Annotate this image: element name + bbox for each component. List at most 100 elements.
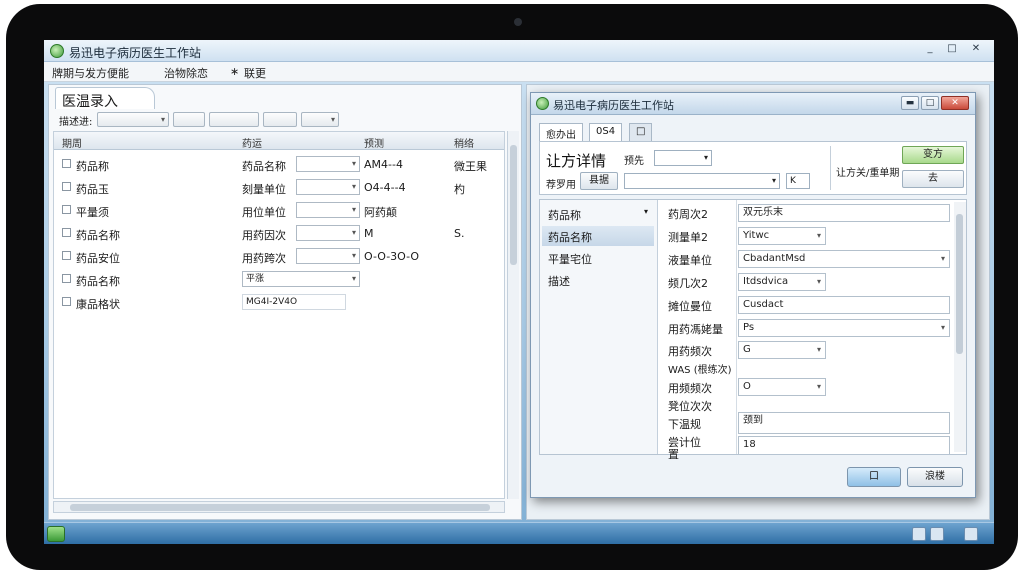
chevron-down-icon: ▾ [703, 153, 708, 162]
row2-label: 荐罗用 [546, 180, 576, 191]
row-checkbox[interactable] [62, 159, 71, 168]
list-header: 期周 药运 预测 稍络 [54, 132, 504, 150]
tray-icon-2[interactable] [930, 527, 944, 541]
row2-input[interactable]: ▾ [624, 173, 780, 189]
filter-field-3[interactable] [209, 112, 259, 127]
filter-dropdown[interactable]: ▾ [97, 112, 169, 127]
chevron-down-icon: ▾ [643, 207, 648, 216]
table-row[interactable]: 药品称 药品名称 ▾ AM4--4 微王果 [54, 154, 504, 177]
field-input[interactable]: 颈到 [738, 412, 950, 434]
row-col4: 微王果 [454, 160, 487, 173]
sidebar-item-1[interactable]: 药品称 ▾ [542, 204, 654, 224]
sidebar-item-4[interactable]: 描述 [542, 270, 654, 290]
filter-field-5[interactable]: ▾ [301, 112, 339, 127]
field-label: 用频频次 [668, 382, 712, 395]
field-value: Yitwc [743, 230, 770, 241]
field-input[interactable]: 双元乐末 [738, 204, 950, 222]
menu-item-2[interactable]: 治物除恋 [164, 65, 208, 81]
row-checkbox[interactable] [62, 297, 71, 306]
dialog-close-button[interactable]: ✕ [941, 96, 969, 110]
prescription-dialog: 易迅电子病历医生工作站 ▬ □ ✕ 愈办出 0S4 □ 让方详情 预先 ▾ 荐罗… [530, 92, 976, 498]
app-logo-icon [50, 44, 64, 58]
row-col4: S. [454, 227, 465, 240]
device-bezel: 易迅电子病历医生工作站 _ □ ✕ 牌期与发方便能 治物除恋 ∗ 联更 医温录入… [6, 4, 1018, 570]
left-panel: 医温录入 描述进: ▾ ▾ 期周 药运 预测 稍络 药品称 药品名称 ▾ AM4… [48, 84, 522, 520]
row-combo[interactable]: 平涨 ▾ [242, 271, 360, 287]
tab-record-entry[interactable]: 医温录入 [55, 87, 155, 110]
row-checkbox[interactable] [62, 182, 71, 191]
sidebar-item-2[interactable]: 药品名称 [542, 226, 654, 246]
row-combo[interactable]: ▾ [296, 225, 360, 241]
filter-field-2[interactable] [173, 112, 205, 127]
field-label: 频几次2 [668, 277, 708, 290]
left-horizontal-scrollbar[interactable] [53, 501, 505, 513]
cancel-button[interactable]: 浪楼 [907, 467, 963, 487]
field-dropdown[interactable]: Ps ▾ [738, 319, 950, 337]
small-action-button[interactable]: 去 [902, 170, 964, 188]
row-combo[interactable]: ▾ [296, 156, 360, 172]
table-row[interactable]: 平量须 用位单位 ▾ 阿药颠 [54, 200, 504, 223]
row-col3: M [364, 227, 374, 240]
field-dropdown[interactable]: Itdsdvica ▾ [738, 273, 826, 291]
scroll-thumb[interactable] [510, 145, 517, 265]
tab-2[interactable]: 0S4 [589, 123, 623, 141]
row-combo[interactable]: ▾ [296, 179, 360, 195]
field-dropdown[interactable]: O ▾ [738, 378, 826, 396]
dialog-title: 易迅电子病历医生工作站 [553, 99, 674, 112]
filter-label: 描述进: [59, 117, 93, 128]
menu-item-4[interactable]: 联更 [244, 65, 266, 81]
table-row[interactable]: 药品名称 用药因次 ▾ M S. [54, 223, 504, 246]
field-dropdown[interactable]: G ▾ [738, 341, 826, 359]
field-input[interactable]: Cusdact [738, 296, 950, 314]
sidebar-item-3[interactable]: 平量宅位 [542, 248, 654, 268]
field-dropdown[interactable]: Yitwc ▾ [738, 227, 826, 245]
row-col1: 药品安位 [76, 252, 120, 265]
row-input[interactable]: MG4I-2V4O [242, 294, 346, 310]
header-col3[interactable]: 预测 [364, 135, 384, 150]
row-checkbox[interactable] [62, 274, 71, 283]
header-col2[interactable]: 药运 [242, 135, 262, 150]
header-col4[interactable]: 稍络 [454, 135, 474, 150]
field-label: 液量单位 [668, 254, 712, 267]
filter-field-4[interactable] [263, 112, 297, 127]
start-button[interactable] [47, 526, 65, 542]
field-label: 药周次2 [668, 208, 708, 221]
close-button[interactable]: ✕ [966, 43, 986, 57]
maximize-button[interactable]: □ [942, 43, 962, 57]
table-row[interactable]: 药品名称 平涨 ▾ [54, 269, 504, 292]
row-checkbox[interactable] [62, 205, 71, 214]
field-dropdown[interactable]: CbadantMsd ▾ [738, 250, 950, 268]
header-divider [830, 146, 831, 190]
ok-button[interactable]: 口 [847, 467, 901, 487]
field-input[interactable]: 18 [738, 436, 950, 454]
row2-button[interactable]: 县据 [580, 172, 618, 190]
header-dropdown[interactable]: ▾ [654, 150, 712, 166]
minimize-button[interactable]: _ [920, 43, 940, 57]
menu-item-1[interactable]: 牌期与发方便能 [52, 65, 129, 81]
menu-item-3[interactable]: ∗ [230, 65, 239, 78]
table-row[interactable]: 药品玉 刻量单位 ▾ O4-4--4 杓 [54, 177, 504, 200]
change-prescription-button[interactable]: 变方 [902, 146, 964, 164]
left-vertical-scrollbar[interactable] [507, 131, 519, 499]
taskbar [44, 522, 994, 544]
header-col1[interactable]: 期周 [62, 135, 82, 150]
dialog-minimize-button[interactable]: ▬ [901, 96, 919, 110]
table-row[interactable]: 药品安位 用药跨次 ▾ O-O-3O-O [54, 246, 504, 269]
scroll-thumb[interactable] [70, 504, 490, 511]
tab-3[interactable]: □ [629, 123, 653, 141]
tray-icon-1[interactable] [912, 527, 926, 541]
row-combo[interactable]: ▾ [296, 248, 360, 264]
row-checkbox[interactable] [62, 228, 71, 237]
tab-1[interactable]: 愈办出 [539, 123, 583, 141]
row2-small-input[interactable]: K [786, 173, 810, 189]
row-checkbox[interactable] [62, 251, 71, 260]
table-row[interactable]: 康品格状 MG4I-2V4O [54, 292, 504, 315]
dialog-maximize-button[interactable]: □ [921, 96, 939, 110]
scroll-thumb[interactable] [956, 214, 963, 354]
right-label: 让方关/重单期 [836, 168, 900, 179]
dialog-vertical-scrollbar[interactable] [954, 202, 966, 452]
row-col2: 药品名称 [242, 160, 286, 173]
tray-icon-3[interactable] [964, 527, 978, 541]
row-combo[interactable]: ▾ [296, 202, 360, 218]
field-value: O [743, 381, 751, 392]
